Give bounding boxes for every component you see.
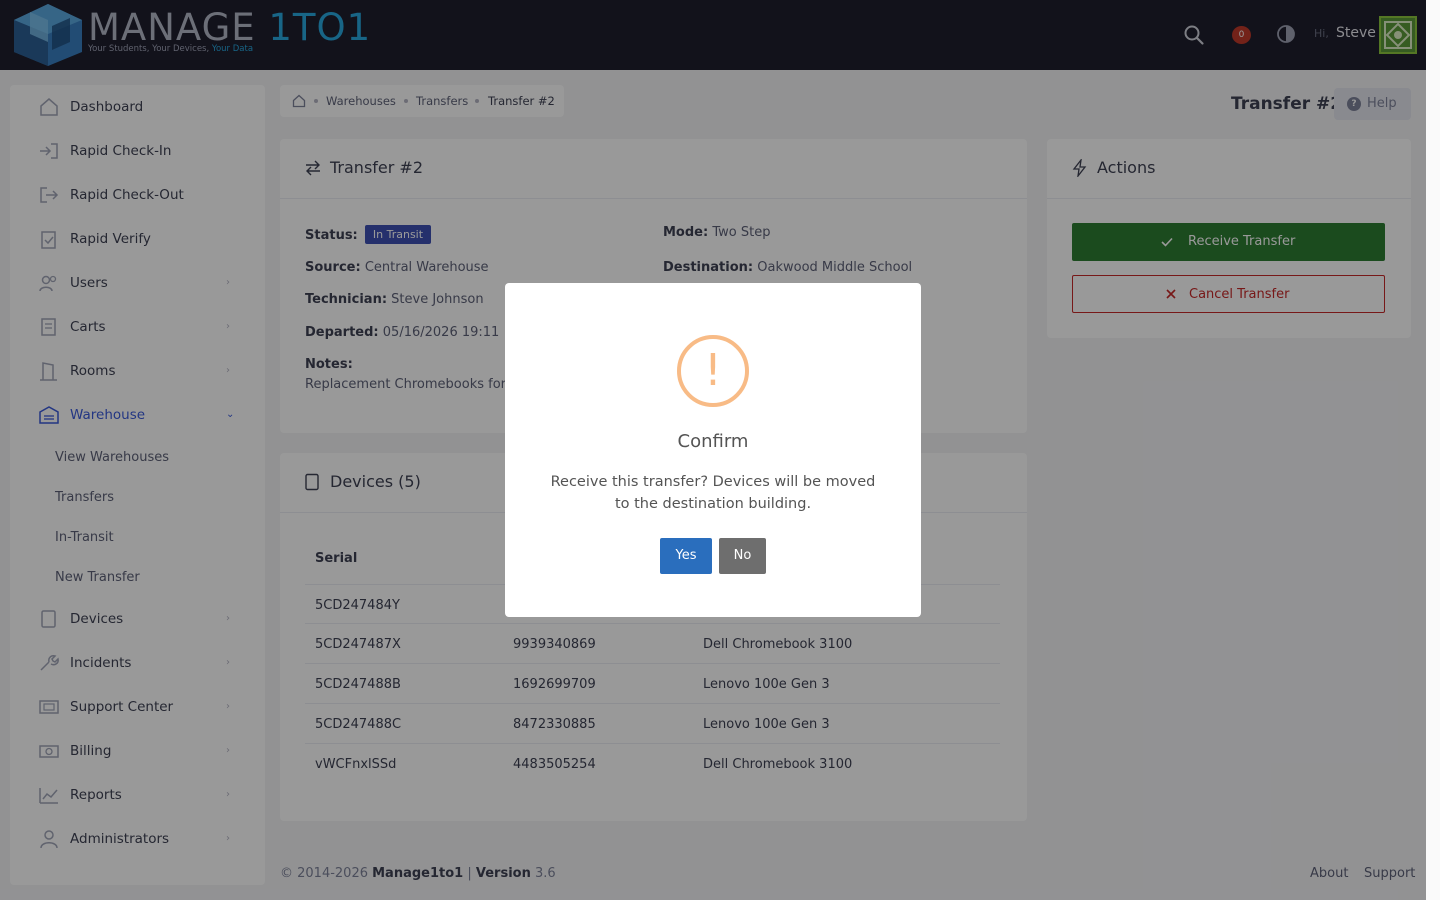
page-scrollbar[interactable]	[1426, 0, 1440, 900]
confirm-dialog: ! Confirm Receive this transfer? Devices…	[505, 283, 921, 617]
dialog-message: Receive this transfer? Devices will be m…	[550, 474, 876, 512]
confirm-no-button[interactable]: No	[719, 538, 766, 574]
confirm-yes-button[interactable]: Yes	[660, 538, 712, 574]
dialog-title: Confirm	[677, 431, 749, 452]
warning-icon: !	[677, 335, 749, 407]
